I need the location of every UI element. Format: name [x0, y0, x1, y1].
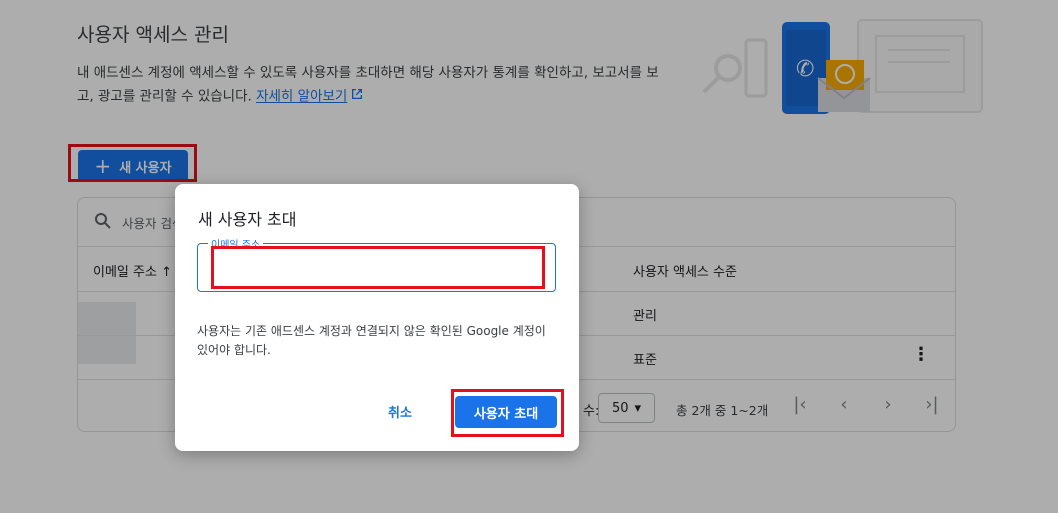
cancel-button[interactable]: 취소 — [388, 402, 412, 421]
dialog-note: 사용자는 기존 애드센스 계정과 연결되지 않은 확인된 Google 계정이 … — [197, 324, 546, 357]
highlight-box-invite — [451, 389, 564, 437]
dialog-title: 새 사용자 초대 — [198, 210, 297, 229]
highlight-box-email — [211, 246, 545, 289]
